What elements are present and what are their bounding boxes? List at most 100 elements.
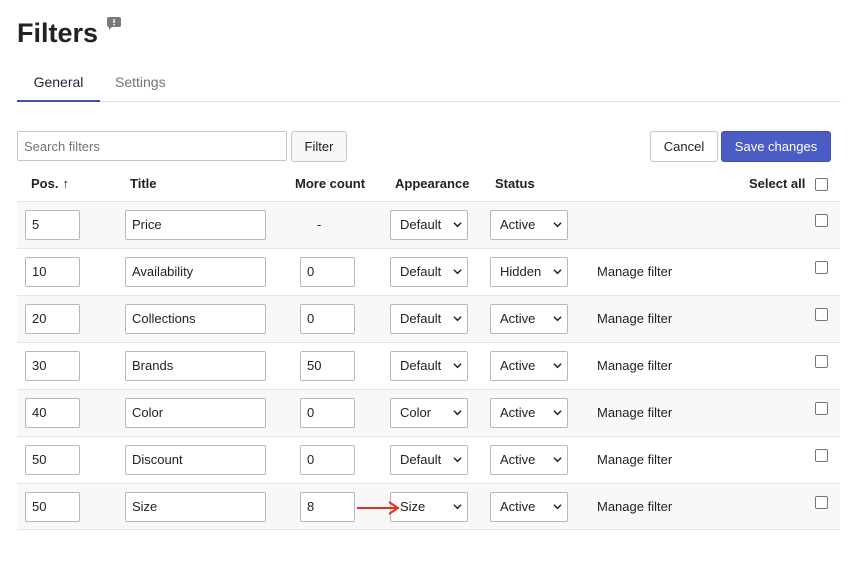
row-select-checkbox[interactable]: [815, 308, 828, 321]
appearance-value: Default: [400, 358, 442, 373]
appearance-select[interactable]: Color: [390, 398, 468, 428]
title-input[interactable]: Collections: [125, 304, 266, 334]
chevron-down-icon: [553, 457, 562, 463]
appearance-select[interactable]: Default: [390, 257, 468, 287]
status-value: Hidden: [500, 264, 542, 279]
status-value: Active: [500, 311, 536, 326]
more-count-input[interactable]: 0: [300, 445, 355, 475]
table-row: 40 Color 0 Color Active Manage filter: [17, 389, 840, 436]
tab-bar: General Settings: [17, 66, 841, 102]
chevron-down-icon: [553, 363, 562, 369]
appearance-select[interactable]: Default: [390, 304, 468, 334]
table-row: 20 Collections 0 Default Active Manage filter: [17, 295, 840, 342]
status-select[interactable]: Active: [490, 351, 568, 381]
status-value: Active: [500, 217, 536, 232]
row-select-checkbox[interactable]: [815, 214, 828, 227]
tab-general[interactable]: General: [17, 66, 100, 102]
select-all-checkbox[interactable]: [815, 178, 828, 191]
page-title: Filters: [17, 18, 99, 48]
position-input[interactable]: 5: [25, 210, 80, 240]
save-changes-button[interactable]: Save changes: [721, 131, 831, 162]
chevron-down-icon: [453, 269, 462, 275]
title-input[interactable]: Brands: [125, 351, 266, 381]
sort-ascending-icon: ↑: [62, 176, 69, 191]
table-row: 50 Discount 0 Default Active Manage filter: [17, 436, 840, 483]
position-input[interactable]: 50: [25, 445, 80, 475]
cancel-button[interactable]: Cancel: [650, 131, 718, 162]
status-select[interactable]: Active: [490, 445, 568, 475]
title-input[interactable]: Price: [125, 210, 266, 240]
status-select[interactable]: Hidden: [490, 257, 568, 287]
chevron-down-icon: [553, 222, 562, 228]
manage-filter-link[interactable]: Manage filter: [597, 304, 672, 334]
filter-button[interactable]: Filter: [291, 131, 347, 162]
chevron-down-icon: [453, 222, 462, 228]
status-select[interactable]: Active: [490, 398, 568, 428]
manage-filter-link[interactable]: Manage filter: [597, 492, 672, 522]
table-row: 10 Availability 0 Default Hidden Manage filte…: [17, 248, 840, 295]
search-filters-input[interactable]: [17, 131, 287, 161]
speech-bubble-exclamation-icon[interactable]: [107, 17, 121, 30]
row-select-checkbox[interactable]: [815, 355, 828, 368]
chevron-down-icon: [553, 410, 562, 416]
table-row: 5 Price - Default Active: [17, 201, 840, 248]
row-select-checkbox[interactable]: [815, 496, 828, 509]
column-header-status: Status: [495, 176, 535, 191]
more-count-input[interactable]: 0: [300, 398, 355, 428]
manage-filter-link[interactable]: Manage filter: [597, 398, 672, 428]
status-value: Active: [500, 405, 536, 420]
more-count-empty: -: [317, 217, 322, 232]
status-select[interactable]: Active: [490, 304, 568, 334]
appearance-select[interactable]: Default: [390, 210, 468, 240]
table-row: 50 Size 8 Size Active Manage filter: [17, 483, 840, 530]
chevron-down-icon: [453, 504, 462, 510]
appearance-value: Default: [400, 452, 442, 467]
table-row: 30 Brands 50 Default Active Manage filter: [17, 342, 840, 389]
column-header-title: Title: [130, 176, 157, 191]
appearance-value: Size: [400, 499, 426, 514]
column-header-more-count: More count: [295, 176, 366, 191]
more-count-input[interactable]: 50: [300, 351, 355, 381]
row-select-checkbox[interactable]: [815, 449, 828, 462]
appearance-value: Color: [400, 405, 432, 420]
title-input[interactable]: Discount: [125, 445, 266, 475]
chevron-down-icon: [453, 457, 462, 463]
manage-filter-link[interactable]: Manage filter: [597, 445, 672, 475]
position-input[interactable]: 50: [25, 492, 80, 522]
title-input[interactable]: Color: [125, 398, 266, 428]
appearance-value: Default: [400, 311, 442, 326]
column-header-appearance: Appearance: [395, 176, 470, 191]
position-input[interactable]: 40: [25, 398, 80, 428]
column-header-pos[interactable]: Pos. ↑: [31, 176, 69, 192]
row-select-checkbox[interactable]: [815, 261, 828, 274]
position-input[interactable]: 20: [25, 304, 80, 334]
status-value: Active: [500, 452, 536, 467]
row-select-checkbox[interactable]: [815, 402, 828, 415]
chevron-down-icon: [453, 316, 462, 322]
status-value: Active: [500, 499, 536, 514]
appearance-value: Default: [400, 264, 442, 279]
appearance-select[interactable]: Default: [390, 351, 468, 381]
more-count-input[interactable]: 0: [300, 304, 355, 334]
chevron-down-icon: [553, 316, 562, 322]
appearance-value: Default: [400, 217, 442, 232]
chevron-down-icon: [553, 504, 562, 510]
status-select[interactable]: Active: [490, 492, 568, 522]
status-select[interactable]: Active: [490, 210, 568, 240]
position-input[interactable]: 30: [25, 351, 80, 381]
position-input[interactable]: 10: [25, 257, 80, 287]
appearance-select[interactable]: Default: [390, 445, 468, 475]
status-value: Active: [500, 358, 536, 373]
title-input[interactable]: Size: [125, 492, 266, 522]
column-header-pos-label: Pos.: [31, 176, 59, 191]
manage-filter-link[interactable]: Manage filter: [597, 351, 672, 381]
more-count-input[interactable]: 8: [300, 492, 355, 522]
title-input[interactable]: Availability: [125, 257, 266, 287]
chevron-down-icon: [453, 363, 462, 369]
annotation-arrow-icon: [357, 501, 400, 515]
tab-settings[interactable]: Settings: [115, 66, 166, 100]
appearance-select[interactable]: Size: [390, 492, 468, 522]
chevron-down-icon: [553, 269, 562, 275]
manage-filter-link[interactable]: Manage filter: [597, 257, 672, 287]
more-count-input[interactable]: 0: [300, 257, 355, 287]
